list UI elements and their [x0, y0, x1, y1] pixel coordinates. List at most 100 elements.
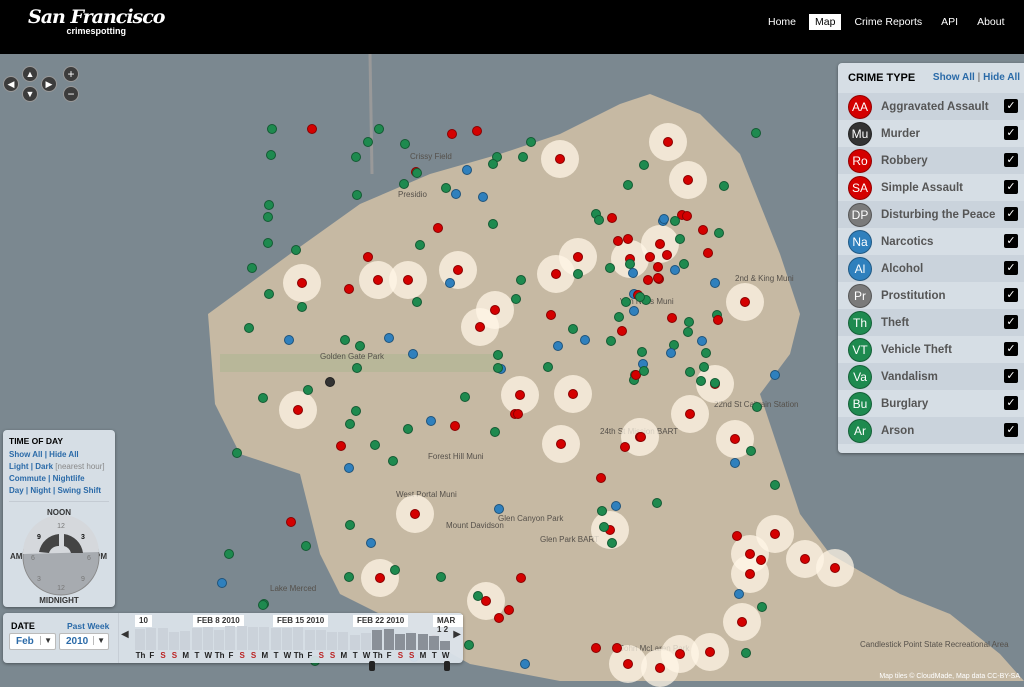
timeline-bar[interactable]: [394, 634, 405, 650]
pan-down-button[interactable]: ▼: [22, 86, 38, 102]
nav-map[interactable]: Map: [809, 14, 842, 30]
crime-marker[interactable]: [520, 658, 531, 669]
crime-marker[interactable]: [666, 347, 677, 358]
crime-marker[interactable]: [737, 617, 747, 627]
crime-marker[interactable]: [440, 182, 451, 193]
crime-marker[interactable]: [262, 212, 273, 223]
crime-marker[interactable]: [231, 448, 242, 459]
show-all-link[interactable]: Show All: [933, 72, 975, 83]
crime-marker[interactable]: [445, 277, 456, 288]
crime-marker[interactable]: [568, 389, 578, 399]
crime-marker[interactable]: [340, 334, 350, 345]
crime-marker[interactable]: [302, 384, 313, 395]
crime-marker[interactable]: [572, 268, 583, 279]
crime-type-checkbox[interactable]: ✓: [1004, 315, 1018, 329]
crime-marker[interactable]: [517, 152, 528, 163]
crime-marker[interactable]: [471, 125, 482, 136]
crime-type-checkbox[interactable]: ✓: [1004, 234, 1018, 248]
crime-marker[interactable]: [510, 294, 521, 305]
crime-marker[interactable]: [265, 149, 276, 160]
crime-marker[interactable]: [362, 251, 373, 262]
timeline-bar[interactable]: [146, 627, 157, 650]
crime-marker[interactable]: [607, 537, 618, 548]
pan-right-button[interactable]: ▶: [41, 76, 57, 92]
timeline-bar[interactable]: [383, 629, 394, 650]
timeline-bar[interactable]: [168, 631, 179, 650]
timeline-bar[interactable]: [327, 632, 338, 650]
crime-marker[interactable]: [685, 409, 695, 419]
crime-type-checkbox[interactable]: ✓: [1004, 342, 1018, 356]
pan-left-button[interactable]: ◀: [3, 76, 19, 92]
crime-marker[interactable]: [447, 128, 458, 139]
crime-marker[interactable]: [335, 440, 346, 451]
crime-marker[interactable]: [830, 563, 840, 573]
crime-marker[interactable]: [515, 274, 526, 285]
tod-dark[interactable]: Dark: [35, 462, 53, 471]
timeline-bar[interactable]: [304, 630, 315, 650]
nav-about[interactable]: About: [971, 14, 1010, 30]
crime-type-checkbox[interactable]: ✓: [1004, 99, 1018, 113]
crime-marker[interactable]: [655, 239, 665, 249]
crime-marker[interactable]: [453, 265, 463, 275]
crime-marker[interactable]: [545, 310, 556, 321]
crime-type-murder[interactable]: Mu Murder ✓: [838, 120, 1024, 147]
tod-swing-shift[interactable]: Swing Shift: [58, 486, 102, 495]
crime-marker[interactable]: [675, 649, 685, 659]
timeline-bar[interactable]: [428, 636, 439, 650]
logo[interactable]: San Francisco crimespotting: [28, 6, 165, 36]
timeline-bar[interactable]: [202, 627, 213, 650]
crime-marker[interactable]: [426, 415, 437, 426]
crime-marker[interactable]: [800, 554, 810, 564]
crime-marker[interactable]: [620, 296, 631, 307]
crime-marker[interactable]: [515, 572, 526, 583]
crime-marker[interactable]: [373, 275, 383, 285]
crime-marker[interactable]: [556, 439, 566, 449]
crime-marker[interactable]: [610, 500, 621, 511]
crime-marker[interactable]: [369, 440, 380, 451]
crime-marker[interactable]: [697, 224, 708, 235]
crime-marker[interactable]: [297, 278, 307, 288]
crime-type-checkbox[interactable]: ✓: [1004, 369, 1018, 383]
crime-marker[interactable]: [669, 264, 680, 275]
crime-marker[interactable]: [635, 431, 646, 442]
crime-marker[interactable]: [449, 421, 460, 432]
crime-type-checkbox[interactable]: ✓: [1004, 126, 1018, 140]
tod-show-all[interactable]: Show All: [9, 450, 42, 459]
timeline-bar[interactable]: [338, 631, 349, 650]
timeline-handle-end[interactable]: [444, 661, 451, 671]
crime-type-disturbing-the-peace[interactable]: DP Disturbing the Peace ✓: [838, 201, 1024, 228]
tod-night[interactable]: Night: [30, 486, 50, 495]
crime-marker[interactable]: [623, 659, 633, 669]
nav-fee[interactable]: Fee: [1018, 14, 1024, 30]
crime-type-alcohol[interactable]: Al Alcohol ✓: [838, 255, 1024, 282]
crime-marker[interactable]: [683, 175, 693, 185]
timeline-bar[interactable]: [417, 633, 428, 650]
crime-marker[interactable]: [325, 377, 335, 387]
timeline-handle-start[interactable]: [369, 661, 376, 671]
crime-marker[interactable]: [734, 588, 745, 599]
crime-marker[interactable]: [555, 154, 565, 164]
crime-marker[interactable]: [487, 219, 498, 230]
crime-marker[interactable]: [573, 252, 583, 262]
crime-marker[interactable]: [515, 390, 525, 400]
crime-marker[interactable]: [596, 505, 607, 516]
crime-marker[interactable]: [745, 569, 755, 579]
crime-marker[interactable]: [605, 262, 616, 273]
crime-marker[interactable]: [663, 137, 673, 147]
timeline-bar[interactable]: [315, 630, 326, 650]
crime-marker[interactable]: [731, 531, 742, 542]
crime-marker[interactable]: [493, 503, 504, 514]
tod-light[interactable]: Light: [9, 462, 29, 471]
timeline-bar[interactable]: [157, 628, 168, 650]
timeline[interactable]: ◀ ▶ 10 FEB 8 2010 FEB 15 2010 FEB 22 2010 MA…: [118, 613, 463, 671]
crime-marker[interactable]: [644, 251, 655, 262]
tod-nightlife[interactable]: Nightlife: [53, 474, 85, 483]
crime-marker[interactable]: [745, 549, 755, 559]
month-select[interactable]: Feb ▼: [9, 633, 56, 650]
timeline-bar[interactable]: [440, 641, 451, 650]
crime-marker[interactable]: [400, 138, 411, 149]
crime-marker[interactable]: [662, 249, 673, 260]
crime-marker[interactable]: [407, 349, 418, 360]
crime-marker[interactable]: [344, 519, 355, 530]
crime-marker[interactable]: [655, 663, 665, 673]
